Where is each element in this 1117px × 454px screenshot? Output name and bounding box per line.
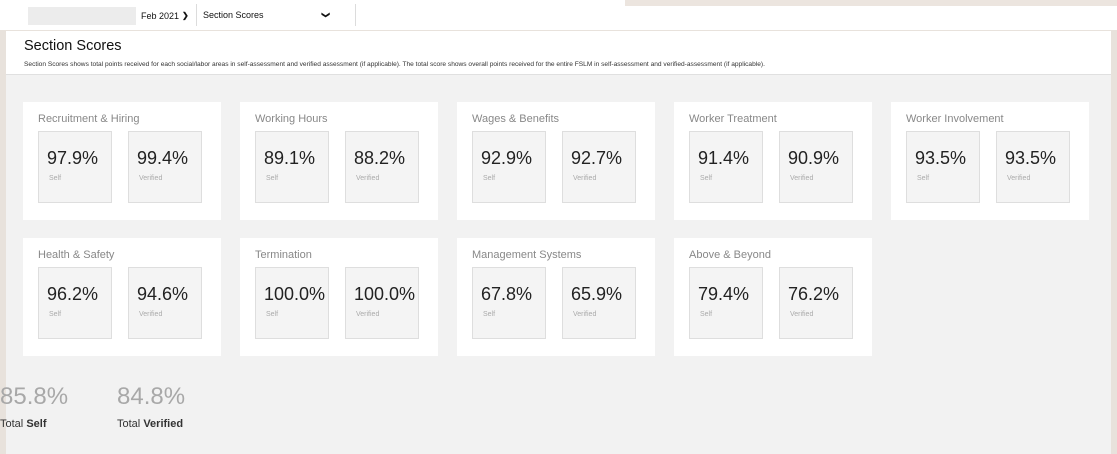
- section-card-worker-involvement: Worker Involvement 93.5% Self 93.5% Veri…: [891, 102, 1089, 220]
- self-score-box: 93.5% Self: [906, 131, 980, 203]
- total-verified-value: 84.8%: [117, 383, 186, 410]
- total-self-label: Total Self: [0, 418, 47, 430]
- total-verified-label: Total Verified: [117, 418, 183, 430]
- section-card-wages-benefits: Wages & Benefits 92.9% Self 92.7% Verifi…: [457, 102, 655, 220]
- self-score-box: 89.1% Self: [255, 131, 329, 203]
- chevron-down-icon: ❯: [182, 11, 189, 20]
- total-self: 85.8% Total Self: [0, 383, 69, 430]
- total-self-value: 85.8%: [0, 383, 69, 410]
- verified-score-label: Verified: [573, 175, 597, 182]
- self-score-value: 92.9%: [481, 148, 533, 168]
- verified-score-label: Verified: [139, 311, 163, 318]
- self-score-label: Self: [700, 175, 713, 182]
- verified-score-box: 100.0% Verified: [345, 267, 419, 339]
- self-score-box: 79.4% Self: [689, 267, 763, 339]
- self-score-box: 67.8% Self: [472, 267, 546, 339]
- verified-score-label: Verified: [573, 311, 597, 318]
- self-score-label: Self: [483, 311, 496, 318]
- self-score-box: 96.2% Self: [38, 267, 112, 339]
- verified-score-value: 90.9%: [788, 148, 840, 168]
- self-score-value: 91.4%: [698, 148, 750, 168]
- self-score-value: 100.0%: [264, 284, 326, 304]
- self-score-value: 79.4%: [698, 284, 750, 304]
- section-card-working-hours: Working Hours 89.1% Self 88.2% Verified: [240, 102, 438, 220]
- verified-score-box: 99.4% Verified: [128, 131, 202, 203]
- chevron-down-icon: ❯: [321, 11, 331, 19]
- verified-score-value: 99.4%: [137, 148, 189, 168]
- self-score-box: 92.9% Self: [472, 131, 546, 203]
- verified-score-value: 92.7%: [571, 148, 623, 168]
- self-score-value: 97.9%: [47, 148, 99, 168]
- self-score-label: Self: [483, 175, 496, 182]
- section-card-title: Management Systems: [472, 249, 582, 261]
- self-word: Self: [26, 418, 47, 430]
- facility-select[interactable]: [28, 7, 136, 25]
- verified-score-value: 100.0%: [354, 284, 416, 304]
- verified-score-label: Verified: [356, 175, 380, 182]
- verified-score-label: Verified: [790, 175, 814, 182]
- section-card-title: Wages & Benefits: [472, 113, 560, 125]
- verified-score-value: 93.5%: [1005, 148, 1057, 168]
- self-score-value: 96.2%: [47, 284, 99, 304]
- self-score-label: Self: [266, 311, 279, 318]
- section-card-title: Termination: [255, 249, 312, 261]
- page-description: Section Scores shows total points receiv…: [24, 61, 765, 68]
- total-word: Total: [117, 418, 141, 430]
- self-score-box: 91.4% Self: [689, 131, 763, 203]
- section-card-title: Health & Safety: [38, 249, 115, 261]
- verified-word: Verified: [143, 418, 184, 430]
- section-card-recruitment-hiring: Recruitment & Hiring 97.9% Self 99.4% Ve…: [23, 102, 221, 220]
- section-card-worker-treatment: Worker Treatment 91.4% Self 90.9% Verifi…: [674, 102, 872, 220]
- section-card-above-beyond: Above & Beyond 79.4% Self 76.2% Verified: [674, 238, 872, 356]
- section-select-value: Section Scores: [203, 10, 264, 20]
- self-score-label: Self: [49, 311, 62, 318]
- section-card-health-safety: Health & Safety 96.2% Self 94.6% Verifie…: [23, 238, 221, 356]
- self-score-label: Self: [49, 175, 62, 182]
- total-word: Total: [0, 418, 24, 430]
- self-score-label: Self: [917, 175, 930, 182]
- verified-score-value: 94.6%: [137, 284, 189, 304]
- section-card-management-systems: Management Systems 67.8% Self 65.9% Veri…: [457, 238, 655, 356]
- verified-score-box: 76.2% Verified: [779, 267, 853, 339]
- verified-score-label: Verified: [356, 311, 380, 318]
- verified-score-label: Verified: [139, 175, 163, 182]
- toolbar-divider: [625, 0, 1117, 6]
- verified-score-box: 90.9% Verified: [779, 131, 853, 203]
- verified-score-label: Verified: [790, 311, 814, 318]
- section-card-title: Above & Beyond: [689, 249, 771, 261]
- verified-score-box: 65.9% Verified: [562, 267, 636, 339]
- verified-score-value: 76.2%: [788, 284, 840, 304]
- self-score-label: Self: [700, 311, 713, 318]
- verified-score-box: 92.7% Verified: [562, 131, 636, 203]
- section-card-termination: Termination 100.0% Self 100.0% Verified: [240, 238, 438, 356]
- verified-score-box: 93.5% Verified: [996, 131, 1070, 203]
- verified-score-value: 88.2%: [354, 148, 406, 168]
- self-score-value: 67.8%: [481, 284, 533, 304]
- section-card-title: Recruitment & Hiring: [38, 113, 140, 125]
- top-toolbar: Feb 2021 ❯ Section Scores ❯: [0, 0, 1117, 30]
- date-select[interactable]: Feb 2021 ❯: [141, 7, 189, 25]
- section-card-title: Worker Involvement: [906, 113, 1004, 125]
- verified-score-value: 65.9%: [571, 284, 623, 304]
- self-score-value: 93.5%: [915, 148, 967, 168]
- self-score-label: Self: [266, 175, 279, 182]
- self-score-box: 97.9% Self: [38, 131, 112, 203]
- date-select-value: Feb 2021: [141, 11, 180, 21]
- verified-score-box: 88.2% Verified: [345, 131, 419, 203]
- self-score-box: 100.0% Self: [255, 267, 329, 339]
- verified-score-box: 94.6% Verified: [128, 267, 202, 339]
- verified-score-label: Verified: [1007, 175, 1031, 182]
- section-card-title: Working Hours: [255, 113, 328, 125]
- panel-header: Section Scores Section Scores shows tota…: [6, 31, 1111, 75]
- section-card-title: Worker Treatment: [689, 113, 777, 125]
- page-title: Section Scores: [24, 38, 122, 54]
- section-select[interactable]: Section Scores ❯: [196, 4, 356, 26]
- section-scores-panel: Section Scores Section Scores shows tota…: [0, 31, 1111, 454]
- self-score-value: 89.1%: [264, 148, 316, 168]
- total-verified: 84.8% Total Verified: [117, 383, 186, 430]
